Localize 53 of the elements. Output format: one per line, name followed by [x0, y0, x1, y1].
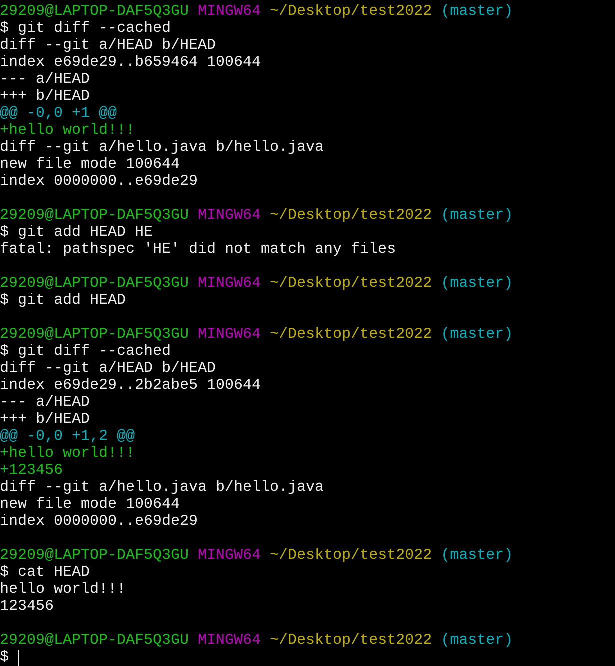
prompt-user: 29209@LAPTOP-DAF5Q3GU — [0, 275, 190, 292]
prompt-user: 29209@LAPTOP-DAF5Q3GU — [0, 3, 190, 20]
output-line: $ git diff --cached — [0, 20, 172, 37]
output-line: index e69de29..2b2abe5 100644 — [0, 377, 262, 394]
added-line: +hello world!!! — [0, 445, 136, 462]
output-line: new file mode 100644 — [0, 156, 180, 173]
prompt-path: ~/Desktop/test2022 — [270, 3, 432, 20]
prompt-symbol: $ — [0, 649, 10, 666]
prompt-shell: MINGW64 — [198, 547, 262, 564]
output-line: --- a/HEAD — [0, 394, 90, 411]
prompt-shell: MINGW64 — [198, 3, 262, 20]
output-line: +++ b/HEAD — [0, 411, 90, 428]
prompt-shell: MINGW64 — [198, 207, 262, 224]
prompt-path: ~/Desktop/test2022 — [270, 547, 432, 564]
hunk-header: @@ -0,0 +1,2 @@ — [0, 428, 136, 445]
prompt-path: ~/Desktop/test2022 — [270, 207, 432, 224]
output-line: diff --git a/HEAD b/HEAD — [0, 360, 216, 377]
prompt-user: 29209@LAPTOP-DAF5Q3GU — [0, 547, 190, 564]
output-line: index 0000000..e69de29 — [0, 173, 198, 190]
output-line: 123456 — [0, 598, 54, 615]
output-line: diff --git a/hello.java b/hello.java — [0, 479, 324, 496]
prompt-branch: (master) — [441, 275, 514, 292]
prompt-user: 29209@LAPTOP-DAF5Q3GU — [0, 326, 190, 343]
prompt-path: ~/Desktop/test2022 — [270, 275, 432, 292]
output-line: --- a/HEAD — [0, 71, 90, 88]
output-line: hello world!!! — [0, 581, 126, 598]
prompt-shell: MINGW64 — [198, 632, 262, 649]
output-line: diff --git a/hello.java b/hello.java — [0, 139, 324, 156]
prompt-path: ~/Desktop/test2022 — [270, 632, 432, 649]
output-line: $ git diff --cached — [0, 343, 172, 360]
output-line: $ git add HEAD — [0, 292, 126, 309]
prompt-path: ~/Desktop/test2022 — [270, 326, 432, 343]
output-line: +++ b/HEAD — [0, 88, 90, 105]
prompt-shell: MINGW64 — [198, 275, 262, 292]
output-line: diff --git a/HEAD b/HEAD — [0, 37, 216, 54]
output-line: index e69de29..b659464 100644 — [0, 54, 262, 71]
output-line: index 0000000..e69de29 — [0, 513, 198, 530]
prompt-user: 29209@LAPTOP-DAF5Q3GU — [0, 632, 190, 649]
prompt-branch: (master) — [441, 326, 514, 343]
prompt-user: 29209@LAPTOP-DAF5Q3GU — [0, 207, 190, 224]
added-line: +123456 — [0, 462, 64, 479]
prompt-branch: (master) — [441, 207, 514, 224]
prompt-branch: (master) — [441, 547, 514, 564]
added-line: +hello world!!! — [0, 122, 136, 139]
hunk-header: @@ -0,0 +1 @@ — [0, 105, 118, 122]
prompt-shell: MINGW64 — [198, 326, 262, 343]
output-line: $ cat HEAD — [0, 564, 90, 581]
output-line: new file mode 100644 — [0, 496, 180, 513]
prompt-branch: (master) — [441, 3, 514, 20]
prompt-branch: (master) — [441, 632, 514, 649]
output-line: $ git add HEAD HE — [0, 224, 154, 241]
text-cursor — [18, 650, 20, 666]
output-line: fatal: pathspec 'HE' did not match any files — [0, 241, 396, 258]
